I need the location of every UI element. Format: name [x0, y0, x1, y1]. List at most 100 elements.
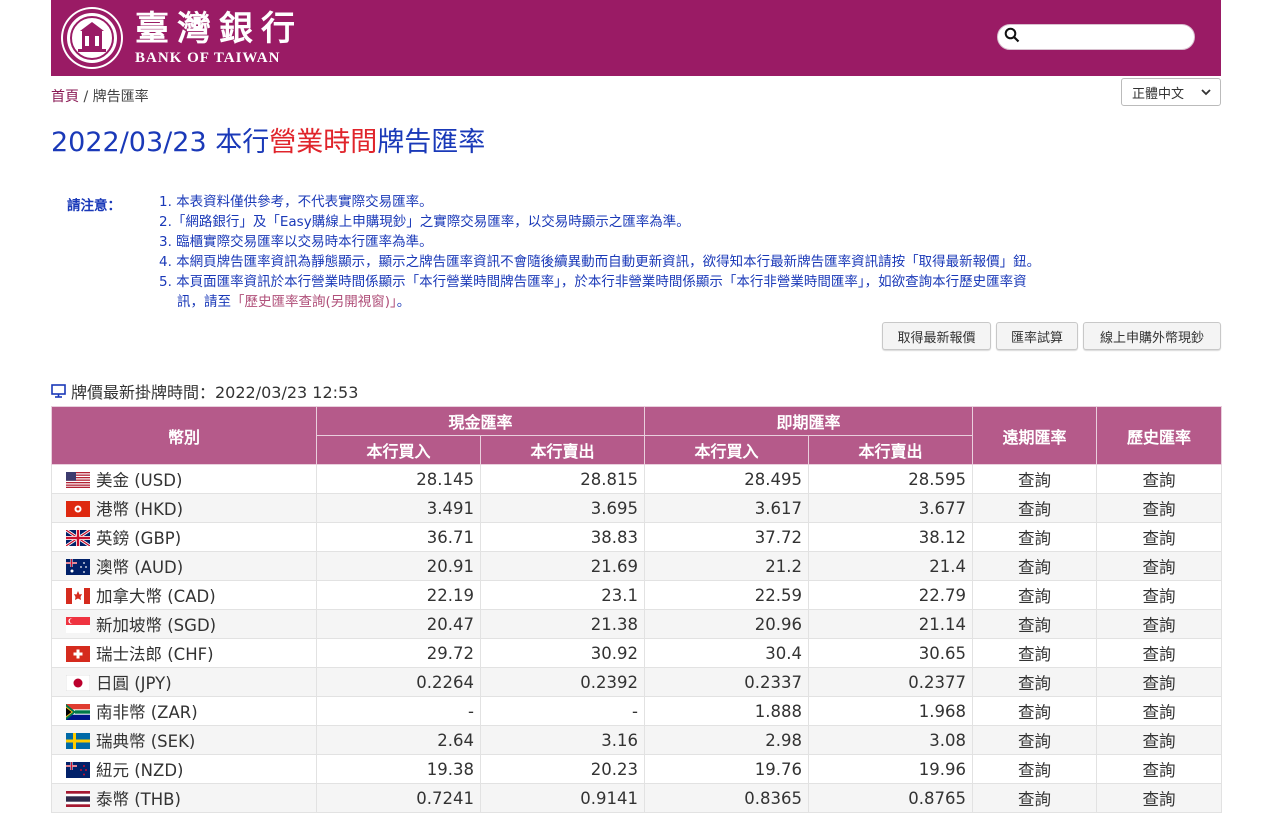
language-select[interactable]: 正體中文 [1121, 78, 1221, 106]
forward-rate-query-link[interactable]: 查詢 [972, 725, 1098, 755]
history-rate-link[interactable]: 「歷史匯率查詢(另開視窗)」 [231, 294, 397, 310]
bank-logo[interactable]: 臺灣銀行 BANK OF TAIWAN [61, 6, 303, 70]
currency-cell: 澳幣 (AUD) [51, 551, 317, 581]
currency-cell: 加拿大幣 (CAD) [51, 580, 317, 610]
history-rate-query-link[interactable]: 查詢 [1096, 667, 1223, 697]
header-cash-rate: 現金匯率 [315, 406, 646, 436]
header-spot-rate: 即期匯率 [644, 406, 974, 436]
forward-rate-query-link[interactable]: 查詢 [972, 638, 1098, 668]
cash-buy-cell: 22.19 [316, 580, 481, 610]
spot-buy-cell: 3.617 [644, 493, 810, 523]
search-input[interactable] [997, 24, 1195, 50]
hk-flag-icon [66, 501, 90, 517]
forward-rate-query-link[interactable]: 查詢 [972, 551, 1098, 581]
search-icon[interactable] [1004, 27, 1020, 47]
spot-sell-cell: 38.12 [808, 522, 974, 552]
header-history-rate: 歷史匯率 [1096, 406, 1223, 465]
spot-buy-cell: 2.98 [644, 725, 810, 755]
history-rate-query-link[interactable]: 查詢 [1096, 522, 1223, 552]
history-rate-query-link[interactable]: 查詢 [1096, 754, 1223, 784]
spot-buy-cell: 1.888 [644, 696, 810, 726]
notice-section: 請注意： 1. 本表資料僅供參考，不代表實際交易匯率。 2.「網路銀行」及「Ea… [51, 192, 1221, 316]
cash-sell-cell: - [479, 696, 646, 726]
cash-sell-cell: 28.815 [479, 464, 646, 494]
forward-rate-query-link[interactable]: 查詢 [972, 522, 1098, 552]
history-rate-query-link[interactable]: 查詢 [1096, 638, 1223, 668]
cash-buy-cell: 36.71 [316, 522, 481, 552]
forward-rate-query-link[interactable]: 查詢 [972, 783, 1098, 813]
forward-rate-query-link[interactable]: 查詢 [972, 464, 1098, 494]
table-row: 紐元 (NZD) 19.38 20.23 19.76 19.96 查詢 查詢 [51, 754, 1223, 784]
title-suffix: 牌告匯率 [377, 127, 486, 158]
breadcrumb-current: 牌告匯率 [92, 89, 149, 105]
spot-buy-cell: 21.2 [644, 551, 810, 581]
rate-table-body: 美金 (USD) 28.145 28.815 28.495 28.595 查詢 查詢 港幣 (… [51, 464, 1223, 813]
au-flag-icon [66, 559, 90, 575]
last-updated-text: 牌價最新掛牌時間：2022/03/23 12:53 [71, 383, 359, 402]
forward-rate-query-link[interactable]: 查詢 [972, 696, 1098, 726]
table-row: 港幣 (HKD) 3.491 3.695 3.617 3.677 查詢 查詢 [51, 493, 1223, 523]
spot-sell-cell: 28.595 [808, 464, 974, 494]
spot-buy-cell: 28.495 [644, 464, 810, 494]
currency-name: 美金 (USD) [96, 471, 183, 490]
cash-sell-cell: 30.92 [479, 638, 646, 668]
ch-flag-icon [66, 646, 90, 662]
forward-rate-query-link[interactable]: 查詢 [972, 667, 1098, 697]
spot-sell-cell: 21.14 [808, 609, 974, 639]
history-rate-query-link[interactable]: 查詢 [1096, 696, 1223, 726]
cash-sell-cell: 20.23 [479, 754, 646, 784]
history-rate-query-link[interactable]: 查詢 [1096, 551, 1223, 581]
table-row: 瑞典幣 (SEK) 2.64 3.16 2.98 3.08 查詢 查詢 [51, 725, 1223, 755]
gb-flag-icon [66, 530, 90, 546]
exchange-rate-table: 幣別 現金匯率 即期匯率 遠期匯率 歷史匯率 本行買入 本行賣出 本行買入 本行… [51, 406, 1223, 813]
page-title: 2022/03/23 本行營業時間牌告匯率 [51, 110, 1221, 170]
currency-cell: 瑞士法郎 (CHF) [51, 638, 317, 668]
currency-name: 南非幣 (ZAR) [96, 703, 198, 722]
cash-sell-cell: 0.2392 [479, 667, 646, 697]
spot-buy-cell: 19.76 [644, 754, 810, 784]
cash-buy-cell: 19.38 [316, 754, 481, 784]
rate-calculator-button[interactable]: 匯率試算 [996, 322, 1078, 350]
currency-cell: 港幣 (HKD) [51, 493, 317, 523]
history-rate-query-link[interactable]: 查詢 [1096, 783, 1223, 813]
breadcrumb-home-link[interactable]: 首頁 [51, 89, 79, 105]
cash-buy-cell: 28.145 [316, 464, 481, 494]
forward-rate-query-link[interactable]: 查詢 [972, 609, 1098, 639]
notice-item: 3. 臨櫃實際交易匯率以交易時本行匯率為準。 [159, 234, 433, 250]
buy-foreign-cash-button[interactable]: 線上申購外幣現鈔 [1083, 322, 1221, 350]
breadcrumb-separator: / [83, 89, 89, 105]
currency-cell: 日圓 (JPY) [51, 667, 317, 697]
us-flag-icon [66, 472, 90, 488]
forward-rate-query-link[interactable]: 查詢 [972, 493, 1098, 523]
cash-sell-cell: 3.16 [479, 725, 646, 755]
history-rate-query-link[interactable]: 查詢 [1096, 609, 1223, 639]
currency-cell: 瑞典幣 (SEK) [51, 725, 317, 755]
cash-buy-cell: 0.7241 [316, 783, 481, 813]
header-forward-rate: 遠期匯率 [972, 406, 1098, 465]
forward-rate-query-link[interactable]: 查詢 [972, 754, 1098, 784]
table-row: 瑞士法郎 (CHF) 29.72 30.92 30.4 30.65 查詢 查詢 [51, 638, 1223, 668]
currency-name: 新加坡幣 (SGD) [96, 616, 217, 635]
notice-item: 4. 本網頁牌告匯率資訊為靜態顯示，顯示之牌告匯率資訊不會隨後續異動而自動更新資… [159, 254, 1041, 270]
spot-buy-cell: 22.59 [644, 580, 810, 610]
history-rate-query-link[interactable]: 查詢 [1096, 725, 1223, 755]
history-rate-query-link[interactable]: 查詢 [1096, 464, 1223, 494]
spot-sell-cell: 0.8765 [808, 783, 974, 813]
get-latest-quote-button[interactable]: 取得最新報價 [882, 322, 991, 350]
spot-sell-cell: 30.65 [808, 638, 974, 668]
table-row: 澳幣 (AUD) 20.91 21.69 21.2 21.4 查詢 查詢 [51, 551, 1223, 581]
history-rate-query-link[interactable]: 查詢 [1096, 493, 1223, 523]
forward-rate-query-link[interactable]: 查詢 [972, 580, 1098, 610]
cash-sell-cell: 21.38 [479, 609, 646, 639]
table-row: 泰幣 (THB) 0.7241 0.9141 0.8365 0.8765 查詢 查詢 [51, 783, 1223, 813]
logo-english-name: BANK OF TAIWAN [135, 50, 281, 66]
breadcrumb: 首頁 / 牌告匯率 [51, 86, 149, 106]
history-rate-query-link[interactable]: 查詢 [1096, 580, 1223, 610]
language-selected-value: 正體中文 [1132, 86, 1185, 102]
spot-buy-cell: 20.96 [644, 609, 810, 639]
se-flag-icon [66, 733, 90, 749]
cash-sell-cell: 0.9141 [479, 783, 646, 813]
spot-sell-cell: 22.79 [808, 580, 974, 610]
currency-cell: 泰幣 (THB) [51, 783, 317, 813]
spot-sell-cell: 19.96 [808, 754, 974, 784]
